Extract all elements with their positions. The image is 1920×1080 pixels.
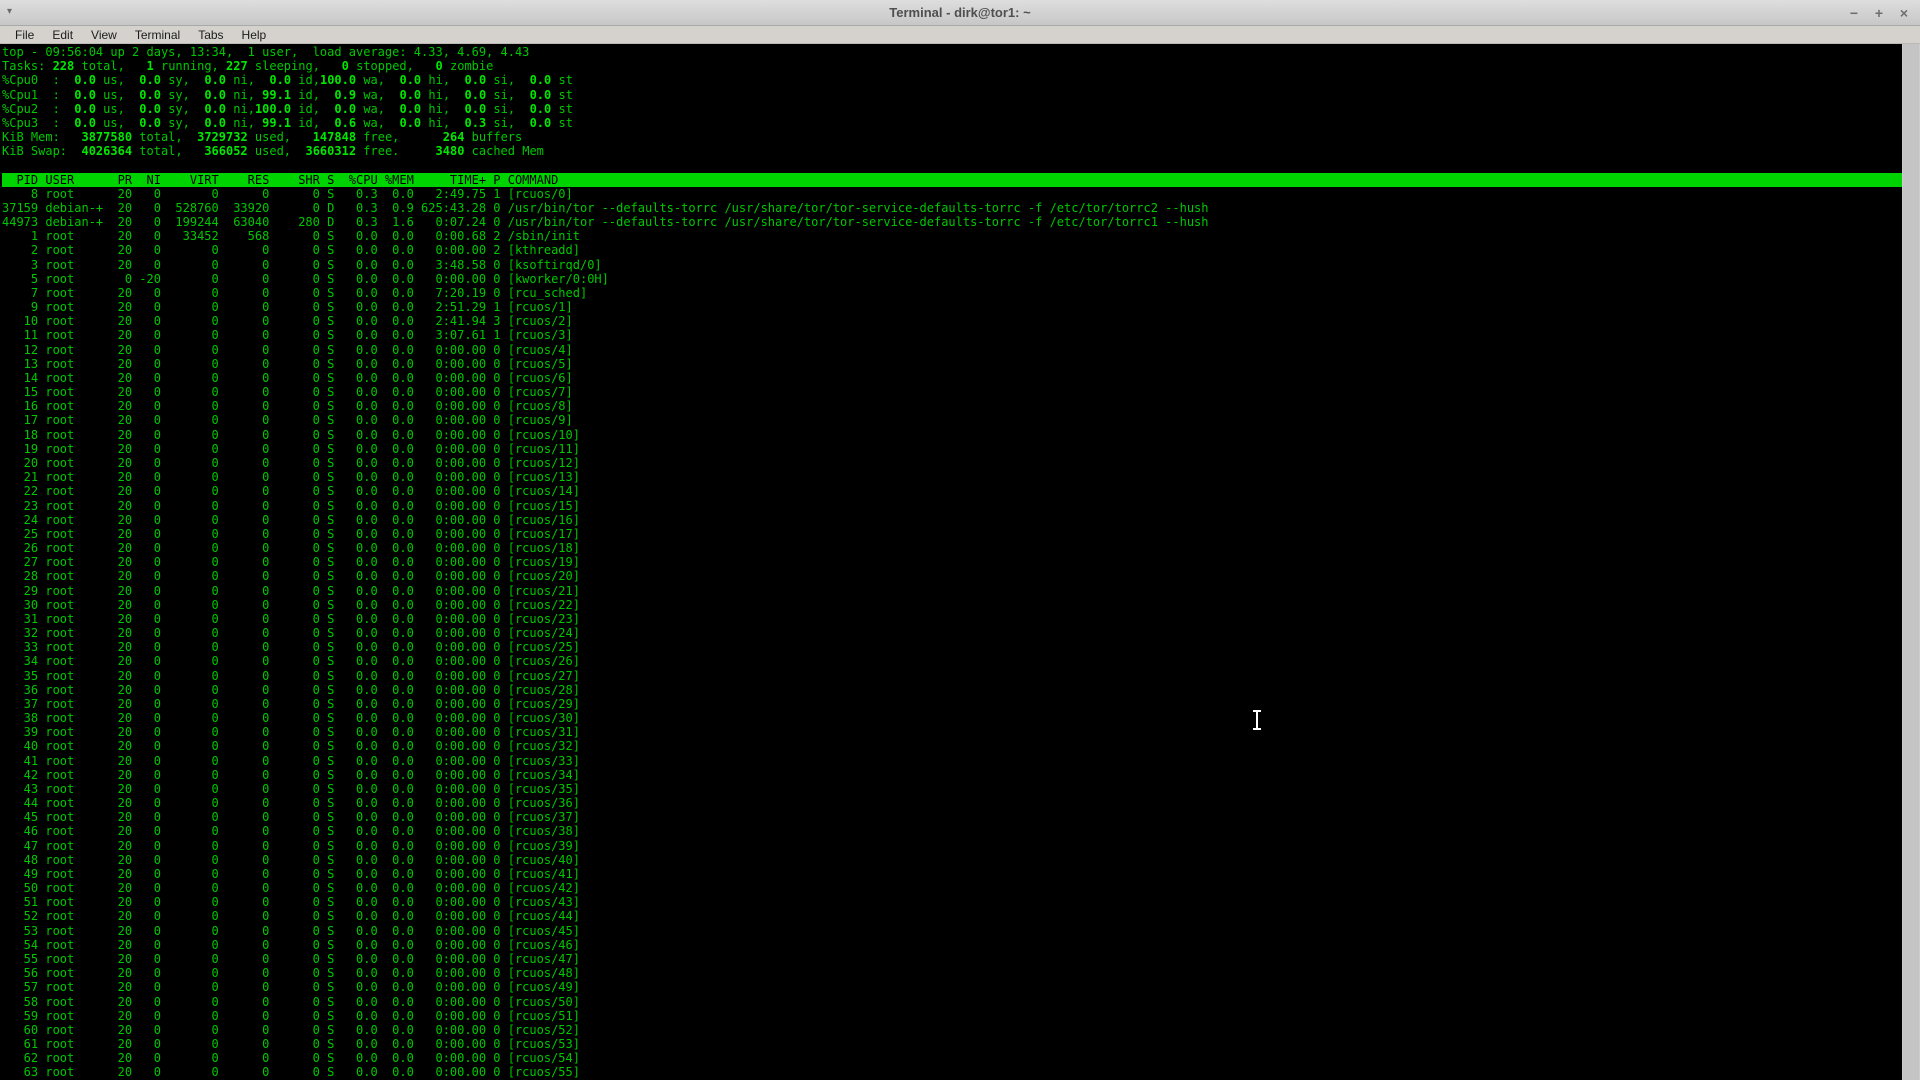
process-row: 10 root 20 0 0 0 0 S 0.0 0.0 2:41.94 3 [… <box>2 314 1902 328</box>
swap-line: KiB Swap: 4026364 total, 366052 used, 36… <box>2 144 1902 158</box>
menu-view[interactable]: View <box>82 26 126 44</box>
process-row: 29 root 20 0 0 0 0 S 0.0 0.0 0:00.00 0 [… <box>2 584 1902 598</box>
terminal-window: ▾ Terminal - dirk@tor1: ~ − + × File Edi… <box>0 0 1920 1080</box>
process-row: 9 root 20 0 0 0 0 S 0.0 0.0 2:51.29 1 [r… <box>2 300 1902 314</box>
process-row: 55 root 20 0 0 0 0 S 0.0 0.0 0:00.00 0 [… <box>2 952 1902 966</box>
process-row: 12 root 20 0 0 0 0 S 0.0 0.0 0:00.00 0 [… <box>2 343 1902 357</box>
process-row: 18 root 20 0 0 0 0 S 0.0 0.0 0:00.00 0 [… <box>2 428 1902 442</box>
process-row: 51 root 20 0 0 0 0 S 0.0 0.0 0:00.00 0 [… <box>2 895 1902 909</box>
process-row: 26 root 20 0 0 0 0 S 0.0 0.0 0:00.00 0 [… <box>2 541 1902 555</box>
maximize-button[interactable]: + <box>1871 5 1887 21</box>
process-row: 24 root 20 0 0 0 0 S 0.0 0.0 0:00.00 0 [… <box>2 513 1902 527</box>
process-row: 41 root 20 0 0 0 0 S 0.0 0.0 0:00.00 0 [… <box>2 754 1902 768</box>
process-row: 1 root 20 0 33452 568 0 S 0.0 0.0 0:00.6… <box>2 229 1902 243</box>
uptime-line: top - 09:56:04 up 2 days, 13:34, 1 user,… <box>2 45 1902 59</box>
process-row: 49 root 20 0 0 0 0 S 0.0 0.0 0:00.00 0 [… <box>2 867 1902 881</box>
tasks-line: Tasks: 228 total, 1 running, 227 sleepin… <box>2 59 1902 73</box>
process-row: 40 root 20 0 0 0 0 S 0.0 0.0 0:00.00 0 [… <box>2 739 1902 753</box>
process-row: 46 root 20 0 0 0 0 S 0.0 0.0 0:00.00 0 [… <box>2 824 1902 838</box>
process-row: 5 root 0 -20 0 0 0 S 0.0 0.0 0:00.00 0 [… <box>2 272 1902 286</box>
cpu2-line: %Cpu2 : 0.0 us, 0.0 sy, 0.0 ni,100.0 id,… <box>2 102 1902 116</box>
process-row: 60 root 20 0 0 0 0 S 0.0 0.0 0:00.00 0 [… <box>2 1023 1902 1037</box>
menu-help[interactable]: Help <box>233 26 276 44</box>
minimize-button[interactable]: − <box>1846 5 1862 21</box>
scrollbar[interactable] <box>1902 44 1920 1080</box>
window-buttons: − + × <box>1846 0 1912 26</box>
process-row: 21 root 20 0 0 0 0 S 0.0 0.0 0:00.00 0 [… <box>2 470 1902 484</box>
process-row: 54 root 20 0 0 0 0 S 0.0 0.0 0:00.00 0 [… <box>2 938 1902 952</box>
cpu1-line: %Cpu1 : 0.0 us, 0.0 sy, 0.0 ni, 99.1 id,… <box>2 88 1902 102</box>
menu-tabs[interactable]: Tabs <box>189 26 232 44</box>
process-row: 37 root 20 0 0 0 0 S 0.0 0.0 0:00.00 0 [… <box>2 697 1902 711</box>
process-row: 63 root 20 0 0 0 0 S 0.0 0.0 0:00.00 0 [… <box>2 1065 1902 1079</box>
process-row: 45 root 20 0 0 0 0 S 0.0 0.0 0:00.00 0 [… <box>2 810 1902 824</box>
process-table-header: PID USER PR NI VIRT RES SHR S %CPU %MEM … <box>2 173 1902 187</box>
terminal-area: top - 09:56:04 up 2 days, 13:34, 1 user,… <box>0 44 1920 1080</box>
process-row: 27 root 20 0 0 0 0 S 0.0 0.0 0:00.00 0 [… <box>2 555 1902 569</box>
process-row: 57 root 20 0 0 0 0 S 0.0 0.0 0:00.00 0 [… <box>2 980 1902 994</box>
process-row: 38 root 20 0 0 0 0 S 0.0 0.0 0:00.00 0 [… <box>2 711 1902 725</box>
menu-edit[interactable]: Edit <box>43 26 82 44</box>
process-row: 19 root 20 0 0 0 0 S 0.0 0.0 0:00.00 0 [… <box>2 442 1902 456</box>
cpu3-line: %Cpu3 : 0.0 us, 0.0 sy, 0.0 ni, 99.1 id,… <box>2 116 1902 130</box>
blank-line <box>2 158 1902 172</box>
process-row: 32 root 20 0 0 0 0 S 0.0 0.0 0:00.00 0 [… <box>2 626 1902 640</box>
process-row: 3 root 20 0 0 0 0 S 0.0 0.0 3:48.58 0 [k… <box>2 258 1902 272</box>
process-row: 8 root 20 0 0 0 0 S 0.3 0.0 2:49.75 1 [r… <box>2 187 1902 201</box>
process-row: 30 root 20 0 0 0 0 S 0.0 0.0 0:00.00 0 [… <box>2 598 1902 612</box>
process-row: 59 root 20 0 0 0 0 S 0.0 0.0 0:00.00 0 [… <box>2 1009 1902 1023</box>
process-row: 47 root 20 0 0 0 0 S 0.0 0.0 0:00.00 0 [… <box>2 839 1902 853</box>
process-row: 28 root 20 0 0 0 0 S 0.0 0.0 0:00.00 0 [… <box>2 569 1902 583</box>
process-row: 20 root 20 0 0 0 0 S 0.0 0.0 0:00.00 0 [… <box>2 456 1902 470</box>
window-title: Terminal - dirk@tor1: ~ <box>0 0 1920 26</box>
process-row: 34 root 20 0 0 0 0 S 0.0 0.0 0:00.00 0 [… <box>2 654 1902 668</box>
process-row: 33 root 20 0 0 0 0 S 0.0 0.0 0:00.00 0 [… <box>2 640 1902 654</box>
process-row: 53 root 20 0 0 0 0 S 0.0 0.0 0:00.00 0 [… <box>2 924 1902 938</box>
process-row: 48 root 20 0 0 0 0 S 0.0 0.0 0:00.00 0 [… <box>2 853 1902 867</box>
process-row: 62 root 20 0 0 0 0 S 0.0 0.0 0:00.00 0 [… <box>2 1051 1902 1065</box>
process-row: 43 root 20 0 0 0 0 S 0.0 0.0 0:00.00 0 [… <box>2 782 1902 796</box>
process-row: 17 root 20 0 0 0 0 S 0.0 0.0 0:00.00 0 [… <box>2 413 1902 427</box>
menubar: File Edit View Terminal Tabs Help <box>0 26 1920 44</box>
process-row: 35 root 20 0 0 0 0 S 0.0 0.0 0:00.00 0 [… <box>2 669 1902 683</box>
process-row: 44 root 20 0 0 0 0 S 0.0 0.0 0:00.00 0 [… <box>2 796 1902 810</box>
process-row: 50 root 20 0 0 0 0 S 0.0 0.0 0:00.00 0 [… <box>2 881 1902 895</box>
process-row: 36 root 20 0 0 0 0 S 0.0 0.0 0:00.00 0 [… <box>2 683 1902 697</box>
process-row: 52 root 20 0 0 0 0 S 0.0 0.0 0:00.00 0 [… <box>2 909 1902 923</box>
process-row: 13 root 20 0 0 0 0 S 0.0 0.0 0:00.00 0 [… <box>2 357 1902 371</box>
process-row: 2 root 20 0 0 0 0 S 0.0 0.0 0:00.00 2 [k… <box>2 243 1902 257</box>
process-row: 25 root 20 0 0 0 0 S 0.0 0.0 0:00.00 0 [… <box>2 527 1902 541</box>
terminal-screen[interactable]: top - 09:56:04 up 2 days, 13:34, 1 user,… <box>0 44 1902 1080</box>
process-row: 56 root 20 0 0 0 0 S 0.0 0.0 0:00.00 0 [… <box>2 966 1902 980</box>
process-row: 61 root 20 0 0 0 0 S 0.0 0.0 0:00.00 0 [… <box>2 1037 1902 1051</box>
process-row: 22 root 20 0 0 0 0 S 0.0 0.0 0:00.00 0 [… <box>2 484 1902 498</box>
mouse-cursor-ibeam <box>1253 710 1261 731</box>
process-row: 44973 debian-+ 20 0 199244 63040 280 D 0… <box>2 215 1902 229</box>
process-row: 42 root 20 0 0 0 0 S 0.0 0.0 0:00.00 0 [… <box>2 768 1902 782</box>
menu-terminal[interactable]: Terminal <box>126 26 189 44</box>
cpu0-line: %Cpu0 : 0.0 us, 0.0 sy, 0.0 ni, 0.0 id,1… <box>2 73 1902 87</box>
process-row: 7 root 20 0 0 0 0 S 0.0 0.0 7:20.19 0 [r… <box>2 286 1902 300</box>
process-row: 39 root 20 0 0 0 0 S 0.0 0.0 0:00.00 0 [… <box>2 725 1902 739</box>
process-row: 58 root 20 0 0 0 0 S 0.0 0.0 0:00.00 0 [… <box>2 995 1902 1009</box>
process-row: 16 root 20 0 0 0 0 S 0.0 0.0 0:00.00 0 [… <box>2 399 1902 413</box>
close-button[interactable]: × <box>1896 5 1912 21</box>
process-row: 23 root 20 0 0 0 0 S 0.0 0.0 0:00.00 0 [… <box>2 499 1902 513</box>
mem-line: KiB Mem: 3877580 total, 3729732 used, 14… <box>2 130 1902 144</box>
process-row: 14 root 20 0 0 0 0 S 0.0 0.0 0:00.00 0 [… <box>2 371 1902 385</box>
process-row: 15 root 20 0 0 0 0 S 0.0 0.0 0:00.00 0 [… <box>2 385 1902 399</box>
process-row: 31 root 20 0 0 0 0 S 0.0 0.0 0:00.00 0 [… <box>2 612 1902 626</box>
process-row: 37159 debian-+ 20 0 528760 33920 0 D 0.3… <box>2 201 1902 215</box>
scrollbar-thumb[interactable] <box>1903 44 1919 1080</box>
process-row: 11 root 20 0 0 0 0 S 0.0 0.0 3:07.61 1 [… <box>2 328 1902 342</box>
menu-file[interactable]: File <box>6 26 43 44</box>
titlebar[interactable]: ▾ Terminal - dirk@tor1: ~ − + × <box>0 0 1920 26</box>
